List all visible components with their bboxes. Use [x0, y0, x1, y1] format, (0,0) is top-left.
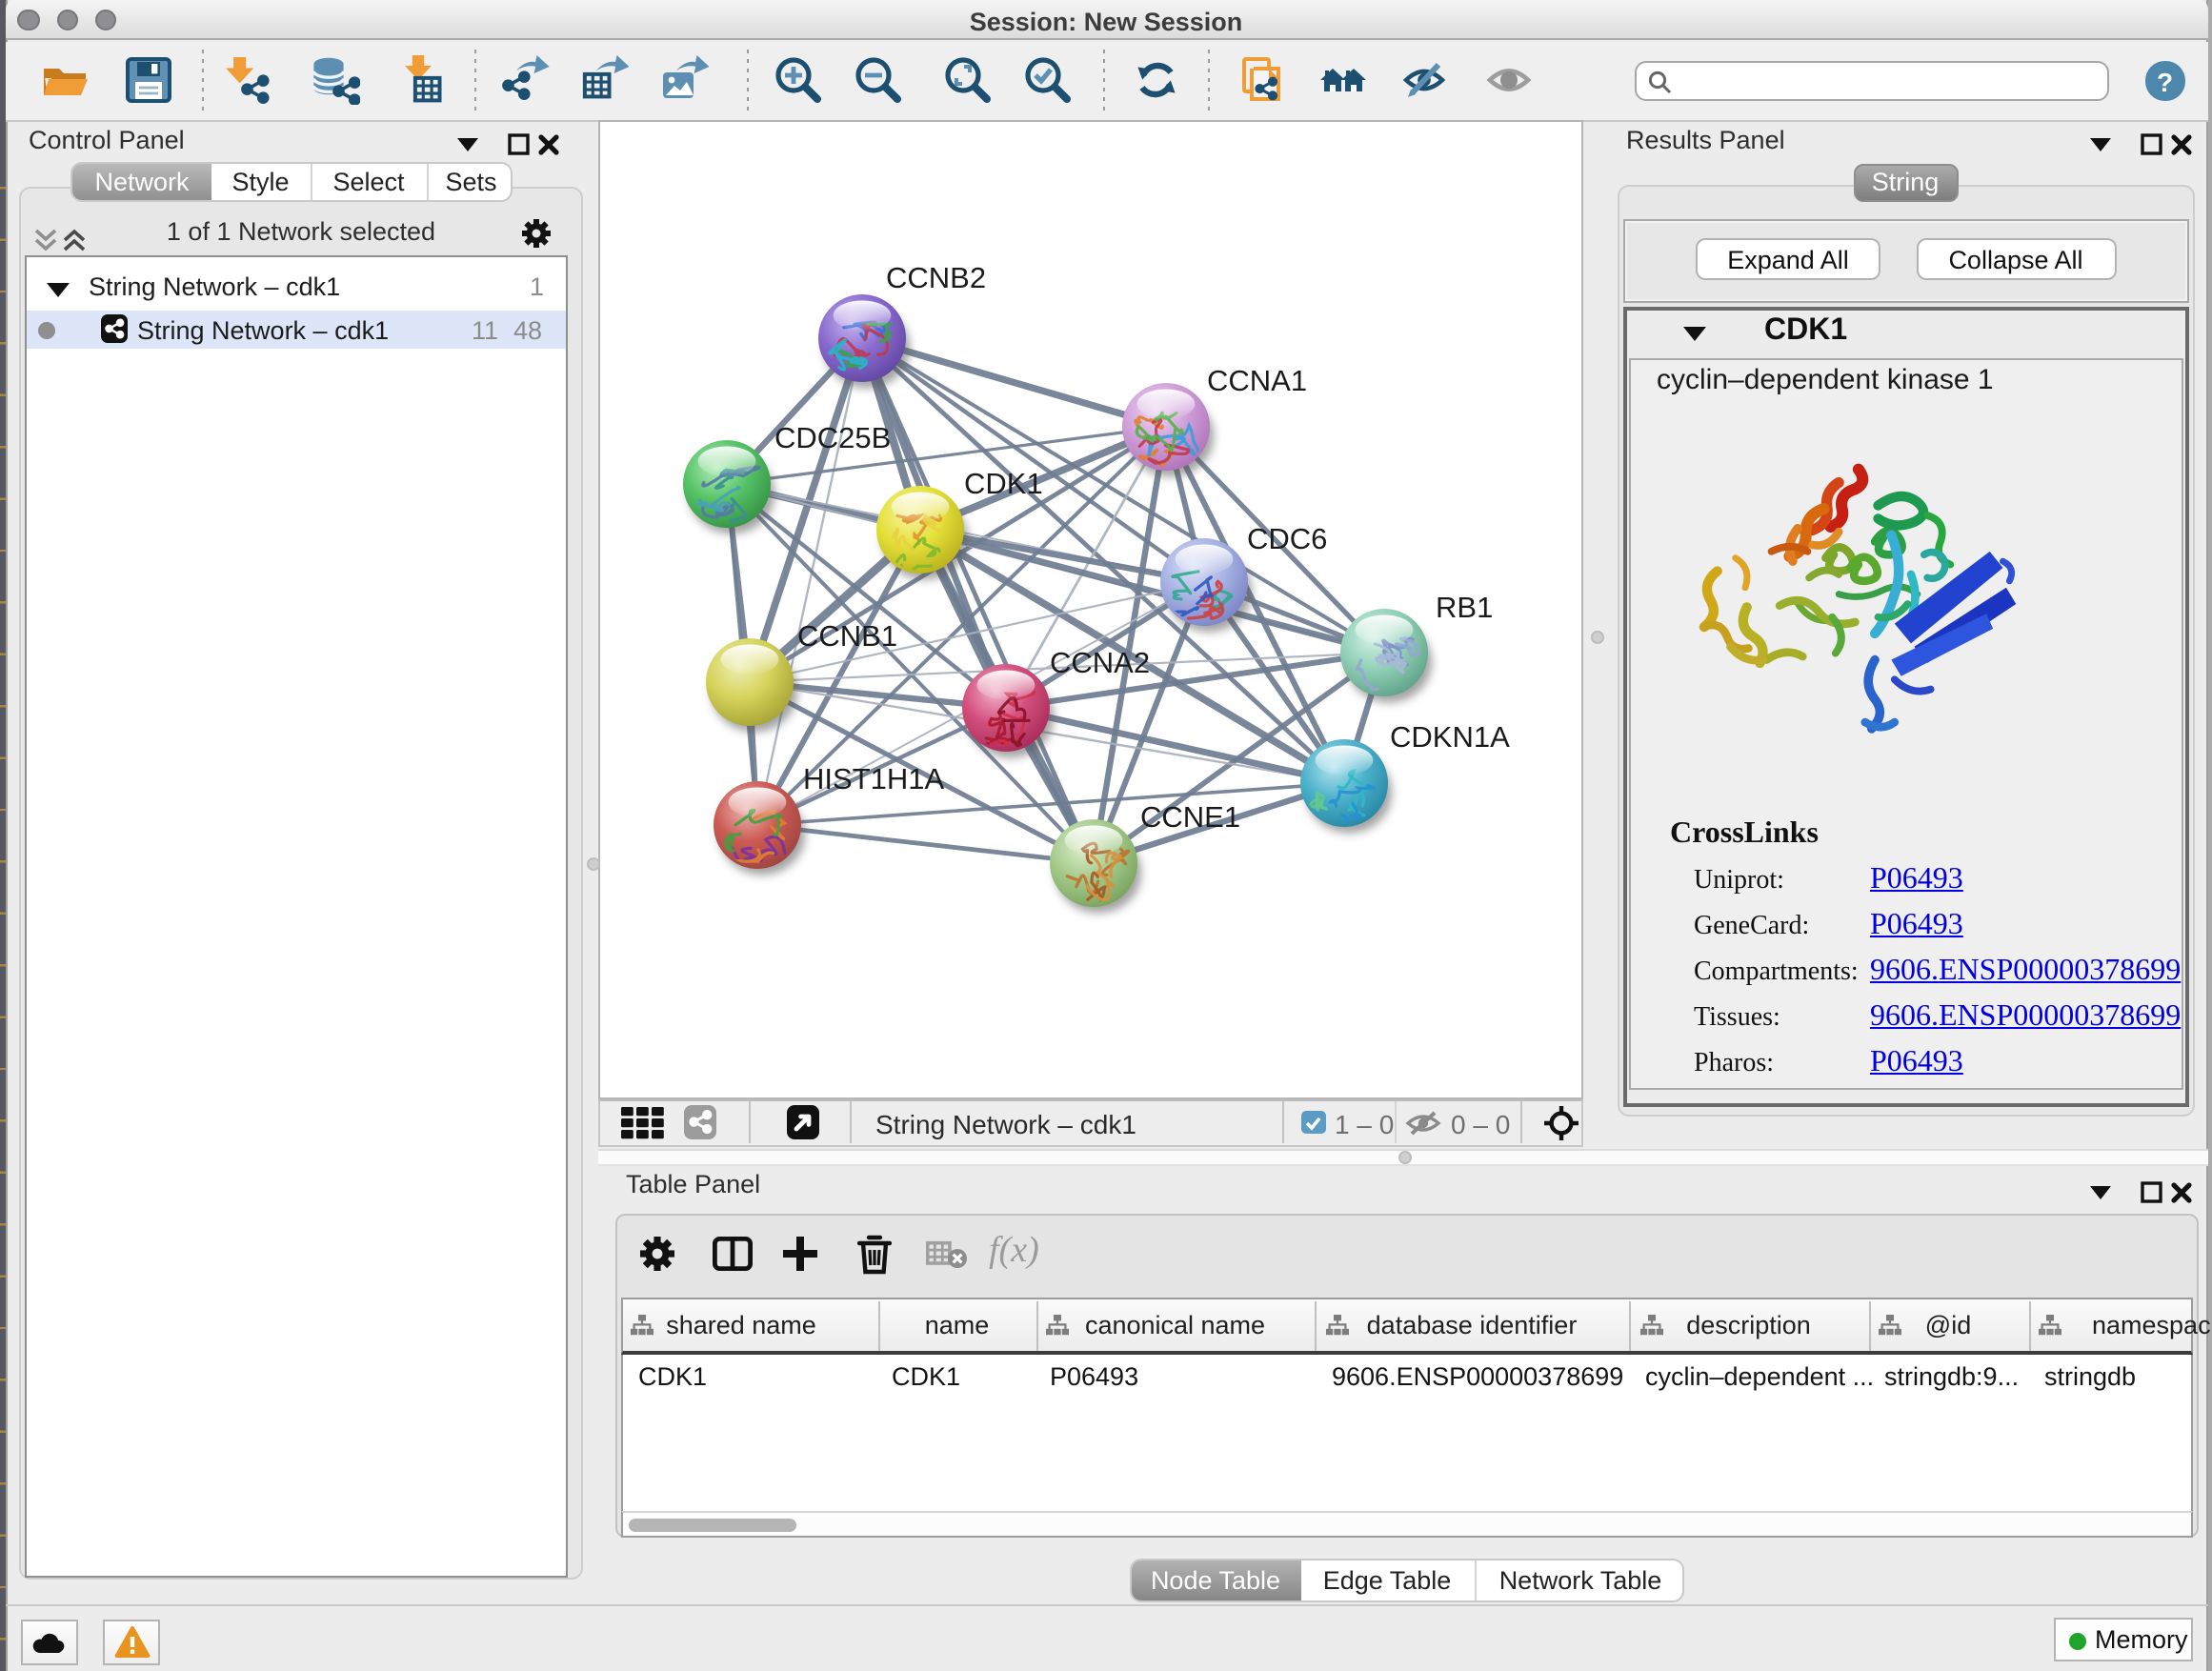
svg-text:CDKN1A: CDKN1A	[1390, 720, 1510, 754]
svg-text:HIST1H1A: HIST1H1A	[803, 762, 944, 795]
svg-text:CCNB1: CCNB1	[797, 619, 897, 653]
svg-text:CCNA1: CCNA1	[1207, 364, 1307, 397]
svg-text:CDK1: CDK1	[964, 467, 1043, 500]
svg-text:CCNA2: CCNA2	[1050, 646, 1150, 679]
svg-text:CCNB2: CCNB2	[886, 261, 986, 294]
svg-text:CDC6: CDC6	[1247, 522, 1327, 555]
svg-text:CCNE1: CCNE1	[1140, 800, 1240, 834]
svg-text:CDC25B: CDC25B	[774, 421, 891, 454]
svg-text:RB1: RB1	[1436, 591, 1493, 624]
